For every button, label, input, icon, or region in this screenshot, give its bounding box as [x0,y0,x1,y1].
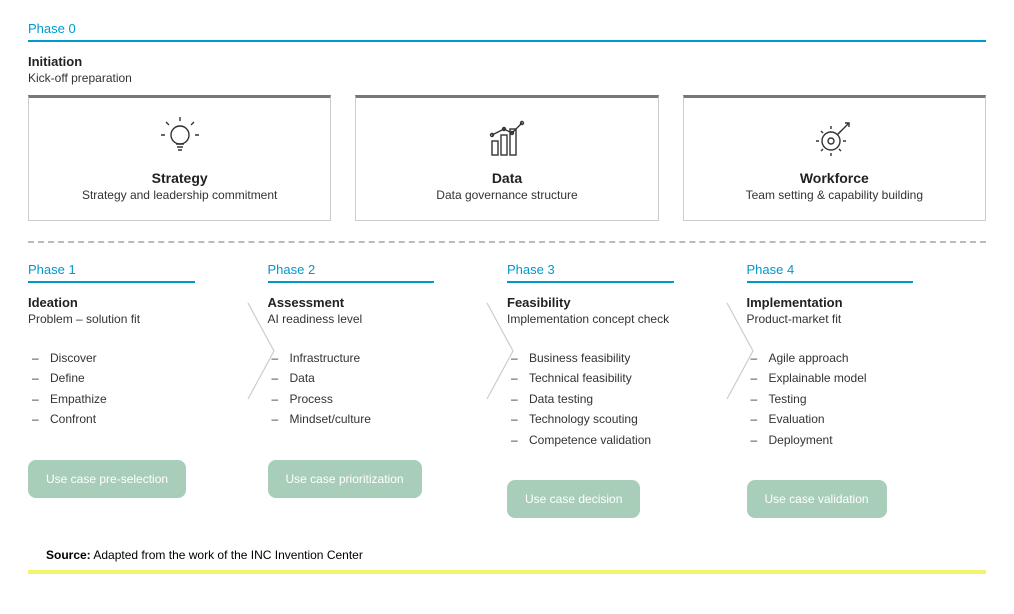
card-desc: Team setting & capability building [696,188,973,202]
list-item: Technology scouting [507,409,721,429]
source-text: Adapted from the work of the INC Inventi… [91,548,363,562]
phase-bullets: Business feasibility Technical feasibili… [507,348,721,450]
list-item: Agile approach [747,348,961,368]
phase-title: Feasibility [507,295,721,310]
phase-subtitle: AI readiness level [268,312,482,326]
card-title: Workforce [696,170,973,186]
source-line: Source: Adapted from the work of the INC… [28,548,986,574]
phase-0-label: Phase 0 [28,21,986,42]
card-strategy: Strategy Strategy and leadership commitm… [28,95,331,221]
phase-title: Assessment [268,295,482,310]
list-item: Technical feasibility [507,368,721,388]
list-item: Mindset/culture [268,409,482,429]
card-title: Strategy [41,170,318,186]
list-item: Testing [747,389,961,409]
phases-row: Phase 1 Ideation Problem – solution fit … [28,261,986,518]
card-data: Data Data governance structure [355,95,658,221]
list-item: Confront [28,409,242,429]
card-desc: Strategy and leadership commitment [41,188,318,202]
phase-1: Phase 1 Ideation Problem – solution fit … [28,261,268,518]
card-title: Data [368,170,645,186]
card-desc: Data governance structure [368,188,645,202]
phase-3: Phase 3 Feasibility Implementation conce… [507,261,747,518]
phase-4: Phase 4 Implementation Product-market fi… [747,261,987,518]
pill-use-case-pre-selection: Use case pre-selection [28,460,186,498]
phase-bullets: Discover Define Empathize Confront [28,348,242,430]
source-label: Source: [46,548,91,562]
phase-label: Phase 1 [28,262,195,283]
gear-arrow-icon [696,114,973,162]
phase-bullets: Infrastructure Data Process Mindset/cult… [268,348,482,430]
phase-label: Phase 2 [268,262,435,283]
list-item: Evaluation [747,409,961,429]
phase-subtitle: Product-market fit [747,312,961,326]
list-item: Business feasibility [507,348,721,368]
list-item: Explainable model [747,368,961,388]
list-item: Data [268,368,482,388]
phase-bullets: Agile approach Explainable model Testing… [747,348,961,450]
list-item: Empathize [28,389,242,409]
phase-title: Implementation [747,295,961,310]
pill-use-case-validation: Use case validation [747,480,887,518]
phase-subtitle: Implementation concept check [507,312,721,326]
list-item: Competence validation [507,430,721,450]
phase-label: Phase 3 [507,262,674,283]
phase-0-subtitle: Kick-off preparation [28,71,986,85]
list-item: Define [28,368,242,388]
list-item: Infrastructure [268,348,482,368]
pill-use-case-decision: Use case decision [507,480,640,518]
list-item: Deployment [747,430,961,450]
phase-0-cards: Strategy Strategy and leadership commitm… [28,95,986,221]
phase-2: Phase 2 Assessment AI readiness level In… [268,261,508,518]
list-item: Discover [28,348,242,368]
phase-title: Ideation [28,295,242,310]
phase-subtitle: Problem – solution fit [28,312,242,326]
divider [28,241,986,243]
phase-0-title: Initiation [28,54,986,69]
list-item: Data testing [507,389,721,409]
list-item: Process [268,389,482,409]
pill-use-case-prioritization: Use case prioritization [268,460,422,498]
lightbulb-icon [41,114,318,162]
card-workforce: Workforce Team setting & capability buil… [683,95,986,221]
bar-chart-icon [368,114,645,162]
phase-label: Phase 4 [747,262,914,283]
